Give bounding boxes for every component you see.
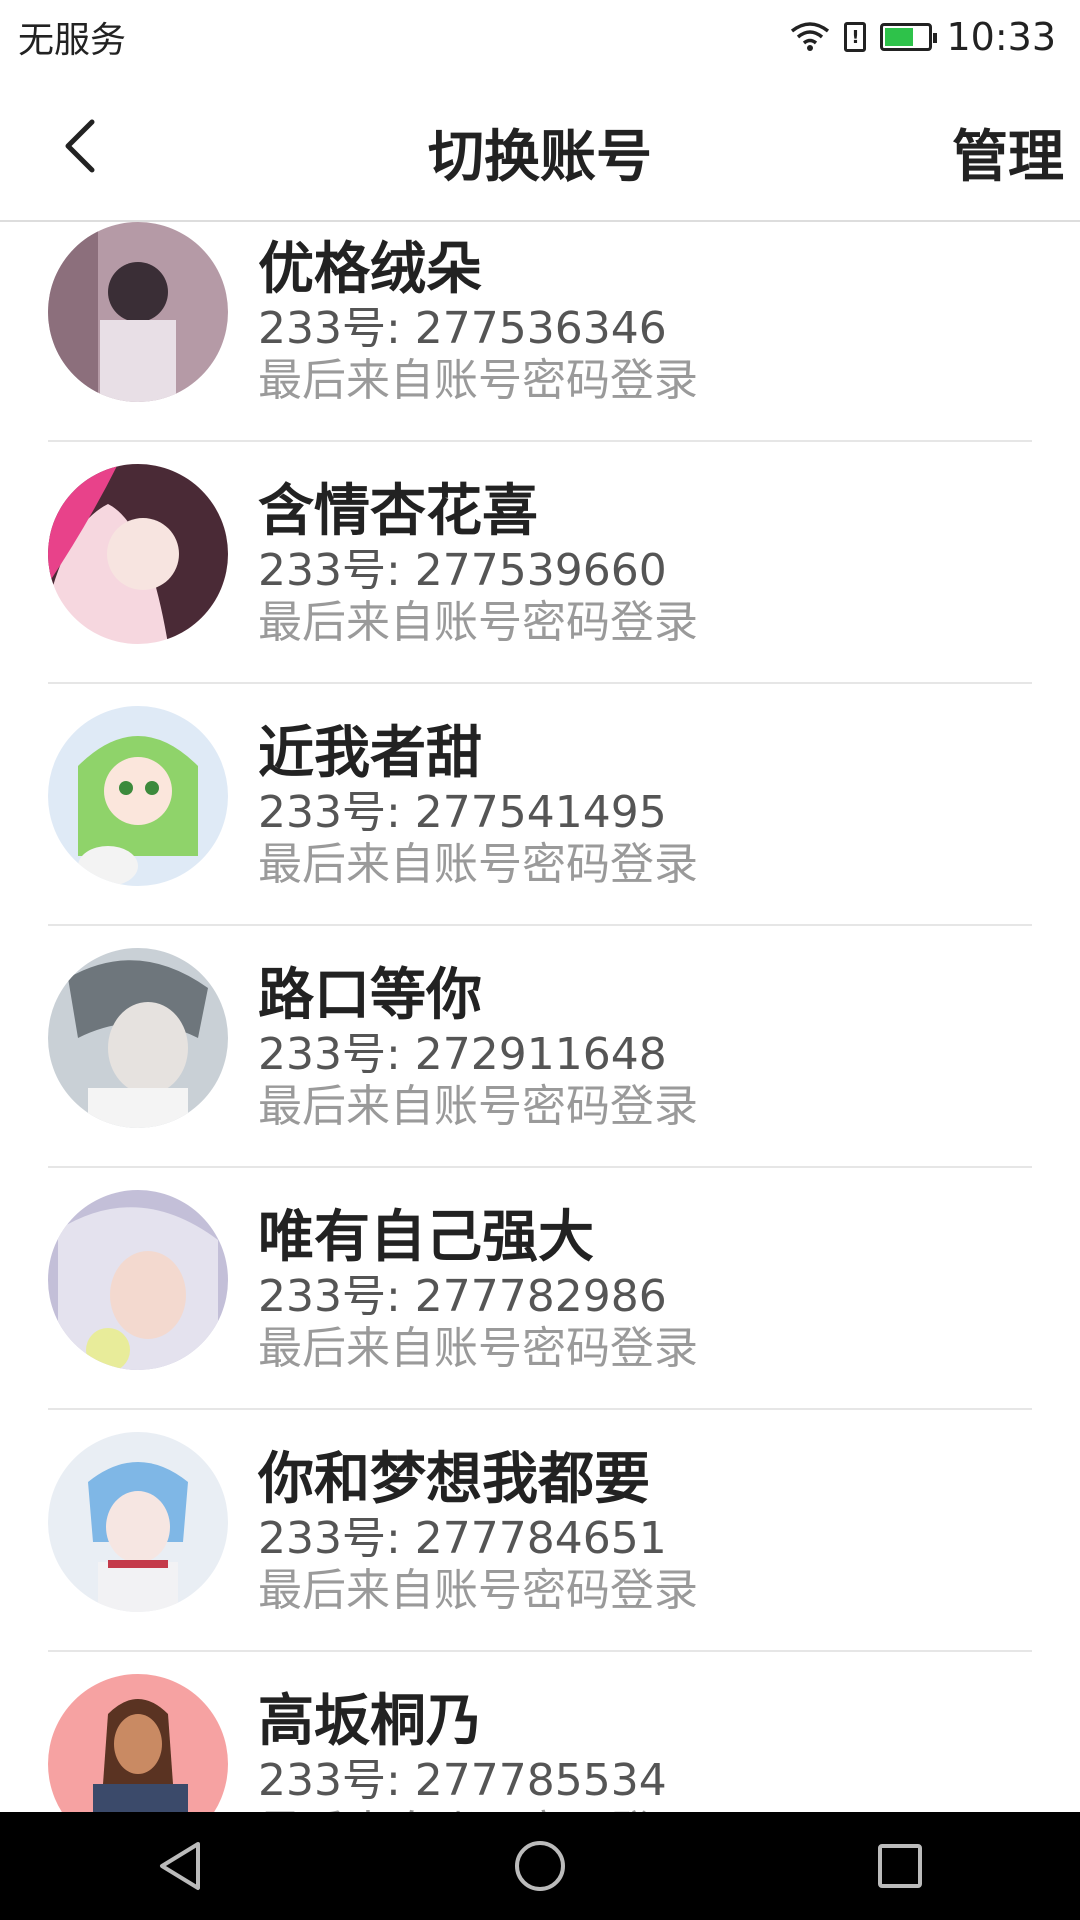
avatar <box>48 222 228 402</box>
account-item[interactable]: 近我者甜 233号: 277541495 最后来自账号密码登录 <box>0 684 1080 926</box>
clock: 10:33 <box>946 15 1056 59</box>
account-login-source: 最后来自账号密码登录 <box>258 1796 698 1812</box>
account-login-source: 最后来自账号密码登录 <box>258 597 698 648</box>
square-recents-icon <box>878 1844 922 1888</box>
carrier-text: 无服务 <box>18 20 127 61</box>
account-item[interactable]: 你和梦想我都要 233号: 277784651 最后来自账号密码登录 <box>0 1410 1080 1652</box>
account-item[interactable]: 高坂桐乃 233号: 277785534 最后来自账号密码登录 <box>0 1652 1080 1812</box>
account-list[interactable]: 优格绒朵 233号: 277536346 最后来自账号密码登录 含情杏花喜 23… <box>0 222 1080 1812</box>
battery-icon <box>880 23 938 51</box>
account-login-source: 最后来自账号密码登录 <box>258 355 698 406</box>
alert-icon: ! <box>844 22 867 52</box>
manage-button[interactable]: 管理 <box>952 112 1064 193</box>
system-nav-bar <box>0 1812 1080 1920</box>
page-title: 切换账号 <box>428 125 652 190</box>
circle-home-icon <box>515 1841 565 1891</box>
account-login-source: 最后来自账号密码登录 <box>258 1323 698 1374</box>
avatar <box>48 464 228 644</box>
account-login-source: 最后来自账号密码登录 <box>258 1565 698 1616</box>
nav-home-button[interactable] <box>495 1821 585 1911</box>
triangle-back-icon <box>160 1842 200 1890</box>
wifi-icon <box>791 22 830 51</box>
account-item[interactable]: 优格绒朵 233号: 277536346 最后来自账号密码登录 <box>0 222 1080 442</box>
status-bar: 无服务 ! 10:33 <box>0 0 1080 74</box>
status-icons: ! 10:33 <box>790 15 1056 59</box>
avatar <box>48 706 228 886</box>
account-item[interactable]: 含情杏花喜 233号: 277539660 最后来自账号密码登录 <box>0 442 1080 684</box>
app-bar: 切换账号 管理 <box>0 74 1080 222</box>
avatar <box>48 1190 228 1370</box>
avatar <box>48 1432 228 1612</box>
avatar <box>48 1674 228 1812</box>
account-login-source: 最后来自账号密码登录 <box>258 839 698 890</box>
avatar <box>48 948 228 1128</box>
nav-recents-button[interactable] <box>855 1821 945 1911</box>
account-item[interactable]: 路口等你 233号: 272911648 最后来自账号密码登录 <box>0 926 1080 1168</box>
nav-back-button[interactable] <box>135 1821 225 1911</box>
account-login-source: 最后来自账号密码登录 <box>258 1081 698 1132</box>
account-item[interactable]: 唯有自己强大 233号: 277782986 最后来自账号密码登录 <box>0 1168 1080 1410</box>
